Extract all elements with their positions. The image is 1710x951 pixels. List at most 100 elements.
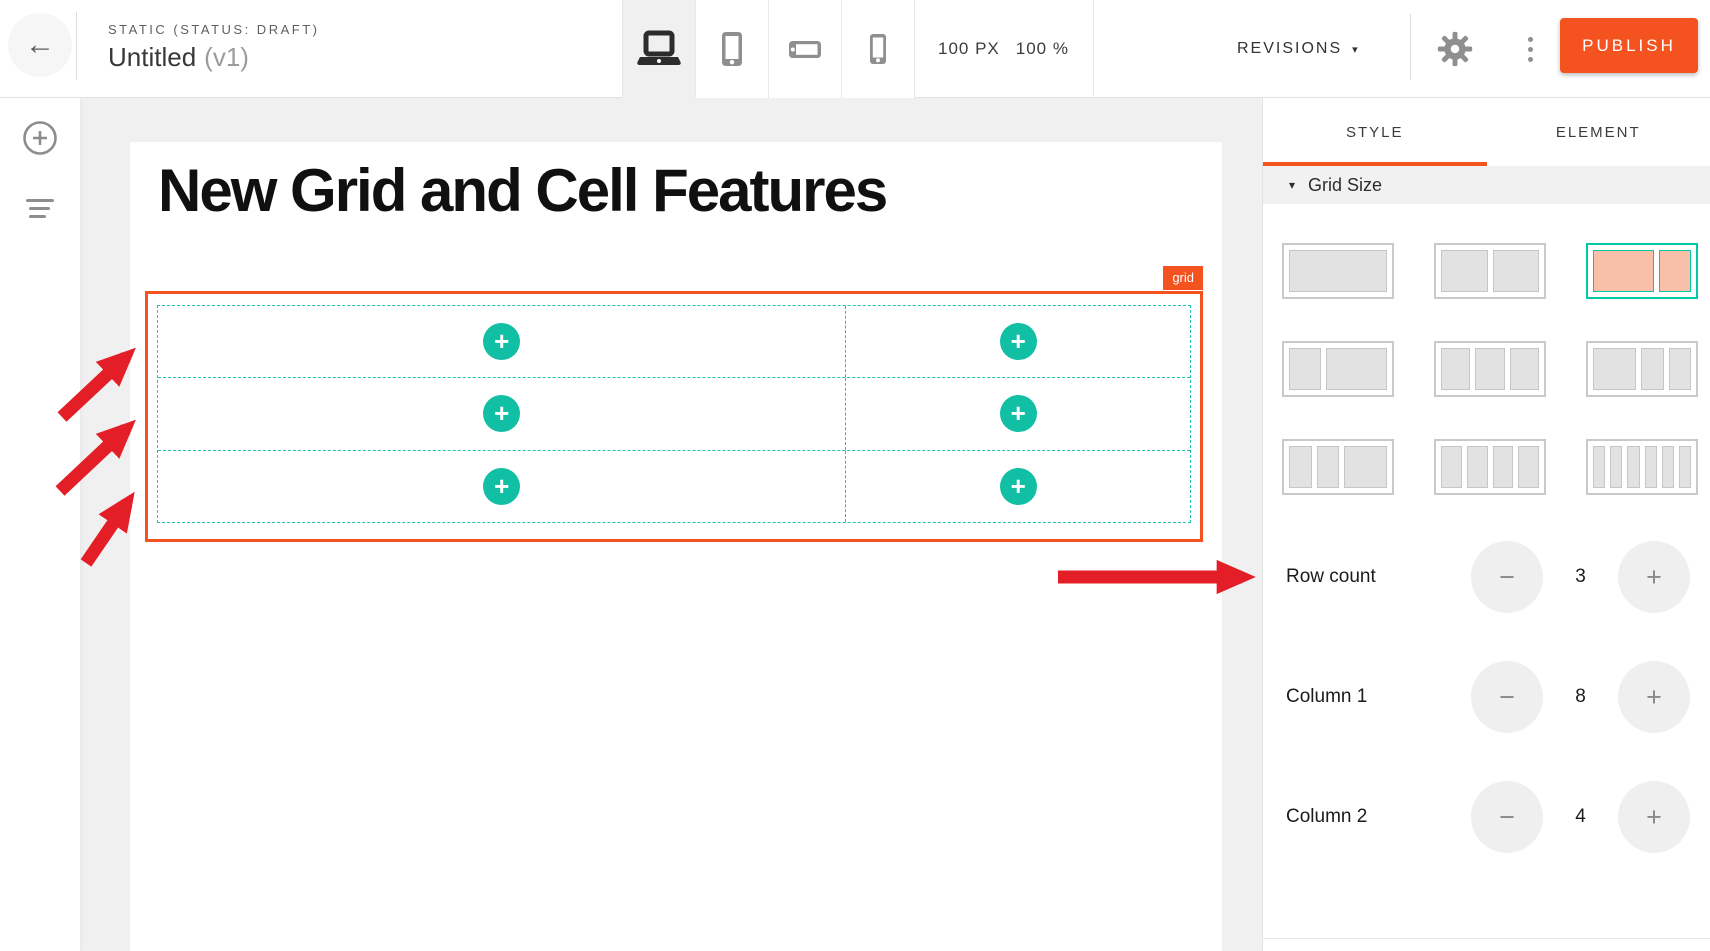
more-options-button[interactable]	[1508, 0, 1552, 98]
grid-row-3: ++	[158, 451, 1190, 522]
device-phone-button[interactable]	[842, 0, 915, 98]
preset-cell	[1289, 446, 1312, 488]
grid-preset-3[interactable]	[1586, 243, 1698, 299]
row-count-increment-button[interactable]: +	[1618, 541, 1690, 613]
column-2-value: 4	[1543, 806, 1618, 828]
column-1-increment-button[interactable]: +	[1618, 661, 1690, 733]
toolbar-divider	[76, 12, 77, 80]
editor-canvas: New Grid and Cell Features grid ++++++	[80, 98, 1262, 951]
version-text: (v1)	[204, 42, 249, 72]
panel-divider	[1263, 938, 1710, 939]
grid-cell-r3-c2[interactable]: +	[846, 451, 1190, 522]
component-type-badge: grid	[1163, 266, 1203, 290]
control-column-2: Column 2−4+	[1263, 781, 1710, 853]
properties-panel: STYLE ELEMENT ▾ Grid Size Row count−3+Co…	[1262, 98, 1710, 951]
grid-preset-9[interactable]	[1586, 439, 1698, 495]
outline-button[interactable]	[0, 186, 80, 230]
preset-cell	[1317, 446, 1340, 488]
list-lines-icon	[26, 199, 54, 218]
preset-cell	[1493, 250, 1540, 292]
preset-cell	[1659, 250, 1691, 292]
top-toolbar: ← STATIC (STATUS: DRAFT) Untitled(v1)	[0, 0, 1710, 98]
preset-cell	[1593, 250, 1654, 292]
phone-icon	[856, 27, 900, 71]
page-heading[interactable]: New Grid and Cell Features	[158, 156, 886, 225]
grid-cell-r2-c2[interactable]: +	[846, 378, 1190, 449]
device-tablet-landscape-button[interactable]	[769, 0, 842, 98]
add-element-button[interactable]: +	[483, 468, 520, 505]
grid-preset-2[interactable]	[1434, 243, 1546, 299]
viewport-width-value: 100 PX	[938, 39, 1000, 59]
collapse-caret-icon: ▾	[1289, 178, 1295, 192]
grid-preset-7[interactable]	[1282, 439, 1394, 495]
grid-cell-r1-c1[interactable]: +	[158, 306, 846, 377]
row-count-decrement-button[interactable]: −	[1471, 541, 1543, 613]
grid-cell-r3-c1[interactable]: +	[158, 451, 846, 522]
device-desktop-button[interactable]	[623, 0, 696, 98]
preset-cell	[1475, 348, 1504, 390]
row-count-label: Row count	[1286, 566, 1471, 588]
preset-cell	[1493, 446, 1514, 488]
preset-cell	[1441, 250, 1488, 292]
preset-cell	[1289, 250, 1387, 292]
device-tablet-portrait-button[interactable]	[696, 0, 769, 98]
add-element-button[interactable]: +	[483, 323, 520, 360]
column-1-label: Column 1	[1286, 686, 1471, 708]
preset-cell	[1289, 348, 1321, 390]
grid-preset-6[interactable]	[1586, 341, 1698, 397]
tab-element[interactable]: ELEMENT	[1487, 98, 1710, 166]
document-title: Untitled (v1)	[108, 42, 319, 73]
column-2-increment-button[interactable]: +	[1618, 781, 1690, 853]
row-count-value: 3	[1543, 566, 1618, 588]
device-preview-switcher	[622, 0, 915, 98]
column-2-decrement-button[interactable]: −	[1471, 781, 1543, 853]
document-titles: STATIC (STATUS: DRAFT) Untitled(v1)	[108, 22, 319, 73]
preset-cell	[1441, 348, 1470, 390]
revisions-dropdown[interactable]: REVISIONS ▾	[1237, 0, 1360, 98]
control-column-1: Column 1−8+	[1263, 661, 1710, 733]
preset-cell	[1326, 348, 1387, 390]
add-element-button[interactable]: +	[483, 395, 520, 432]
settings-button[interactable]	[1432, 0, 1478, 98]
grid-preset-5[interactable]	[1434, 341, 1546, 397]
grid-preset-4[interactable]	[1282, 341, 1394, 397]
grid-size-section-header[interactable]: ▾ Grid Size	[1263, 166, 1710, 204]
preset-cell	[1518, 446, 1539, 488]
preset-cell	[1641, 348, 1664, 390]
grid-cell-r2-c1[interactable]: +	[158, 378, 846, 449]
column-1-value: 8	[1543, 686, 1618, 708]
grid-cells: ++++++	[157, 305, 1191, 523]
preset-cell	[1669, 348, 1692, 390]
app-window: ← STATIC (STATUS: DRAFT) Untitled(v1)	[0, 0, 1710, 951]
column-1-decrement-button[interactable]: −	[1471, 661, 1543, 733]
preset-cell	[1593, 446, 1605, 488]
title-text: Untitled	[108, 42, 196, 72]
back-button[interactable]: ←	[8, 13, 72, 77]
grid-preset-1[interactable]	[1282, 243, 1394, 299]
preset-cell	[1467, 446, 1488, 488]
add-element-button[interactable]: +	[1000, 323, 1037, 360]
viewport-size-readout: 100 PX 100 %	[938, 0, 1069, 98]
laptop-icon	[636, 29, 682, 69]
grid-cell-r1-c2[interactable]: +	[846, 306, 1190, 377]
controls: Row count−3+Column 1−8+Column 2−4+	[1263, 541, 1710, 901]
publish-button[interactable]: PUBLISH	[1560, 18, 1698, 73]
tablet-portrait-icon	[710, 27, 754, 71]
left-toolbar	[0, 98, 80, 951]
preset-cell	[1510, 348, 1539, 390]
revisions-label: REVISIONS	[1237, 40, 1342, 58]
page-surface[interactable]: New Grid and Cell Features grid ++++++	[130, 142, 1222, 951]
back-arrow-icon: ←	[25, 28, 55, 61]
grid-preset-8[interactable]	[1434, 439, 1546, 495]
plus-circle-icon	[21, 119, 59, 157]
section-title: Grid Size	[1308, 175, 1382, 196]
tab-style[interactable]: STYLE	[1263, 98, 1487, 166]
preset-cell	[1627, 446, 1639, 488]
kebab-menu-icon	[1528, 37, 1533, 62]
add-element-button[interactable]: +	[1000, 468, 1037, 505]
add-element-button[interactable]: +	[1000, 395, 1037, 432]
column-2-label: Column 2	[1286, 806, 1471, 828]
toolbar-divider	[1093, 0, 1094, 98]
add-content-button[interactable]	[0, 116, 80, 160]
selected-grid-component[interactable]: grid ++++++	[145, 291, 1203, 542]
